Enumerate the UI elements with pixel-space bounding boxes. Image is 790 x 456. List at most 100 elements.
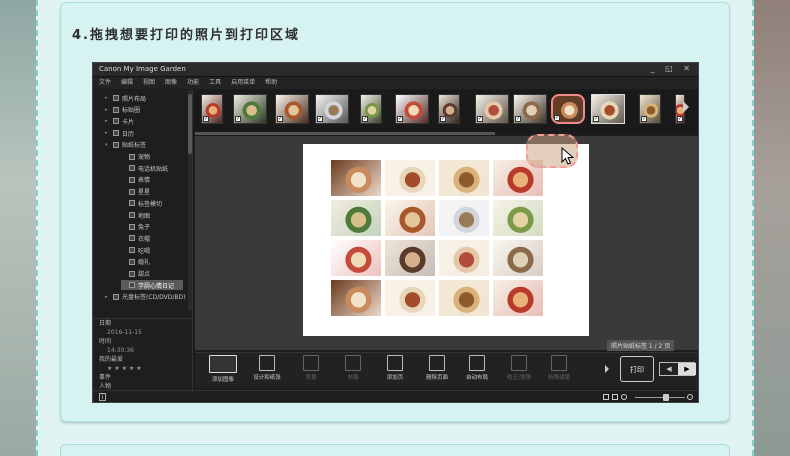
- filmstrip-photo[interactable]: ✓: [513, 94, 547, 124]
- tree-item[interactable]: ▾ 贴纸标签: [105, 140, 146, 150]
- tree-expand-icon[interactable]: ▸: [105, 130, 113, 136]
- tree-item[interactable]: ▸ 光盘标签(CD/DVD/BD): [105, 292, 186, 302]
- tree-item[interactable]: 婚礼: [121, 257, 150, 267]
- tree-item[interactable]: 衣帽: [121, 233, 150, 243]
- toolbar-button[interactable]: 布局: [333, 355, 373, 387]
- folder-icon: [129, 223, 135, 230]
- toolbar-button[interactable]: 特殊滤镜: [539, 355, 579, 387]
- toolbar-button[interactable]: 背景: [291, 355, 331, 387]
- toolbar-button[interactable]: 校正/增强: [499, 355, 539, 387]
- filmstrip-photo[interactable]: ✓: [395, 94, 429, 124]
- sidebar-scroll-thumb[interactable]: [188, 94, 192, 154]
- tree-item[interactable]: 星星: [121, 187, 150, 197]
- tree-expand-icon[interactable]: ▾: [105, 142, 113, 148]
- toolbar-button[interactable]: 自动布局: [457, 355, 497, 387]
- checkbox-icon[interactable]: ✓: [440, 116, 446, 122]
- tree-expand-icon[interactable]: ▸: [105, 294, 113, 300]
- filmstrip-photo[interactable]: ✓: [475, 94, 509, 124]
- menu-launch[interactable]: 启用菜单: [231, 77, 255, 89]
- checkbox-icon[interactable]: ✓: [477, 116, 483, 122]
- checkbox-icon[interactable]: ✓: [515, 116, 521, 122]
- tree-item[interactable]: 宠物: [121, 152, 150, 162]
- tree-item[interactable]: ▸ 日历: [105, 128, 134, 138]
- tree-item[interactable]: 吃喝: [121, 245, 150, 255]
- rating-stars[interactable]: ★ ★ ★ ★ ★: [93, 364, 192, 373]
- layout-photo[interactable]: [331, 200, 381, 236]
- filmstrip-photo[interactable]: ✓: [201, 94, 223, 124]
- sidebar-scrollbar[interactable]: [188, 90, 192, 310]
- checkbox-icon[interactable]: ✓: [317, 116, 323, 122]
- tree-item[interactable]: 地图: [121, 210, 150, 220]
- filmstrip-photo[interactable]: ✓: [315, 94, 349, 124]
- zoom-slider-knob[interactable]: [663, 394, 669, 401]
- menu-view[interactable]: 视图: [143, 77, 155, 89]
- checkbox-icon[interactable]: ✓: [641, 116, 647, 122]
- next-page-button[interactable]: ▶: [678, 363, 696, 375]
- tree-expand-icon[interactable]: ▸: [105, 118, 113, 124]
- layout-photo[interactable]: [331, 160, 381, 196]
- layout-photo[interactable]: [331, 240, 381, 276]
- layout-photo[interactable]: [385, 280, 435, 316]
- layout-photo[interactable]: [331, 280, 381, 316]
- tree-expand-icon[interactable]: ▸: [105, 95, 113, 101]
- zoom-in-icon[interactable]: [687, 394, 693, 400]
- prev-page-button[interactable]: ◀: [660, 363, 678, 375]
- tree-item[interactable]: ▸ 卡片: [105, 116, 134, 126]
- tree-item[interactable]: 甜点: [121, 269, 150, 279]
- checkbox-icon[interactable]: ✓: [362, 116, 368, 122]
- menu-image[interactable]: 图像: [165, 77, 177, 89]
- checkbox-icon[interactable]: ✓: [554, 115, 560, 121]
- checkbox-icon[interactable]: ✓: [235, 116, 241, 122]
- print-button[interactable]: 打印: [620, 356, 654, 382]
- filmstrip-photo[interactable]: ✓: [233, 94, 267, 124]
- tree-item[interactable]: 电话机贴纸: [121, 163, 168, 173]
- filmstrip-photo[interactable]: ✓: [275, 94, 309, 124]
- toolbar-button[interactable]: 添加页: [375, 355, 415, 387]
- layout-photo[interactable]: [439, 240, 489, 276]
- checkbox-icon[interactable]: ✓: [677, 116, 683, 122]
- filmstrip-photo[interactable]: ✓: [639, 94, 661, 124]
- layout-photo[interactable]: [439, 160, 489, 196]
- tree-expand-icon[interactable]: ▸: [105, 107, 113, 113]
- info-icon[interactable]: i: [99, 393, 106, 401]
- tree-item[interactable]: 标签模切: [121, 198, 162, 208]
- zoom-slider-track[interactable]: [635, 397, 685, 398]
- zoom-out-icon[interactable]: [621, 394, 627, 400]
- checkbox-icon[interactable]: ✓: [203, 116, 209, 122]
- menu-file[interactable]: 文件: [99, 77, 111, 89]
- menu-function[interactable]: 功能: [187, 77, 199, 89]
- tree-item[interactable]: 兔子: [121, 222, 150, 232]
- toolbar-button[interactable]: 设计和纸张: [247, 355, 287, 387]
- filmstrip-photo[interactable]: ✓: [591, 94, 625, 124]
- checkbox-icon[interactable]: ✓: [593, 116, 599, 122]
- tree-item[interactable]: ▸ 照片布局: [105, 93, 146, 103]
- filmstrip-photo[interactable]: ✓: [360, 94, 382, 124]
- layout-photo[interactable]: [385, 240, 435, 276]
- layout-photo[interactable]: [385, 200, 435, 236]
- menu-help[interactable]: 帮助: [265, 77, 277, 89]
- tree-item[interactable]: 表情: [121, 175, 150, 185]
- layout-photo[interactable]: [493, 240, 543, 276]
- toolbar-button[interactable]: 删除页面: [417, 355, 457, 387]
- filmstrip-photo[interactable]: ✓: [551, 94, 585, 124]
- window-controls[interactable]: _ ◱ ✕: [651, 64, 694, 73]
- layout-photo[interactable]: [439, 200, 489, 236]
- tree-item[interactable]: 学厨心情日记: [121, 280, 183, 291]
- layout-photo[interactable]: [439, 280, 489, 316]
- tree-item-label: 贴纸标签: [122, 142, 147, 150]
- tree-item[interactable]: ▸ 标贴圈: [105, 105, 140, 115]
- layout-photo[interactable]: [493, 200, 543, 236]
- layout-photo[interactable]: [385, 160, 435, 196]
- menu-tools[interactable]: 工具: [209, 77, 221, 89]
- filmstrip-scrollbar[interactable]: [195, 132, 495, 135]
- menu-edit[interactable]: 编辑: [121, 77, 133, 89]
- view-mode-icon-2[interactable]: [612, 394, 618, 400]
- tree-item-label: 地图: [138, 212, 151, 220]
- checkbox-icon[interactable]: ✓: [277, 116, 283, 122]
- checkbox-icon[interactable]: ✓: [397, 116, 403, 122]
- toolbar-button[interactable]: 添加图像: [203, 355, 243, 387]
- print-page[interactable]: [303, 144, 589, 336]
- view-mode-icon[interactable]: [603, 394, 609, 400]
- layout-photo[interactable]: [493, 280, 543, 316]
- filmstrip-photo[interactable]: ✓: [438, 94, 460, 124]
